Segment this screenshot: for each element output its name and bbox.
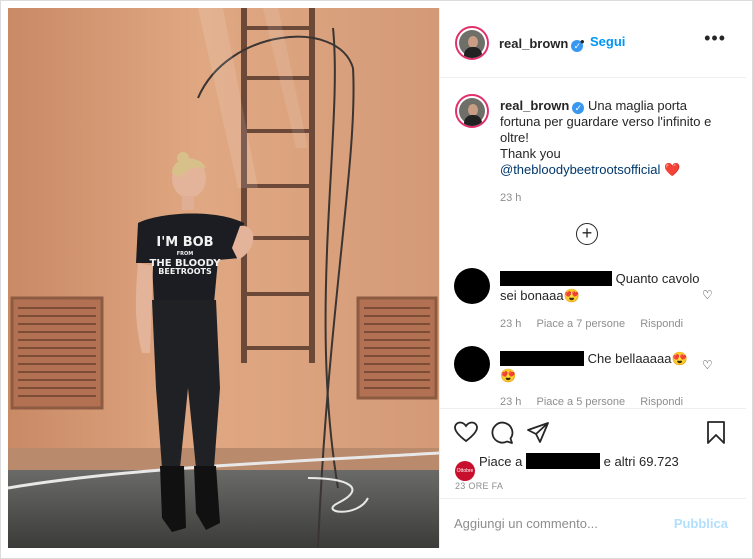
more-icon[interactable]: ••• (704, 28, 726, 49)
comments-list: real_brown ✓ Una maglia porta fortuna per… (440, 78, 746, 408)
likes-summary[interactable]: Ottobre Piace a e altri 69.723 (455, 453, 679, 481)
post-side-panel: real_brown ✓ • Segui ••• real_brown ✓ Una … (439, 8, 746, 548)
redacted-username[interactable] (500, 351, 584, 366)
follow-button[interactable]: Segui (590, 34, 625, 49)
liker-avatar[interactable]: Ottobre (455, 461, 475, 481)
comment-reply-button[interactable]: Rispondi (640, 318, 683, 330)
caption-avatar[interactable] (455, 94, 489, 128)
load-more-comments-button[interactable]: + (576, 223, 598, 245)
likes-count[interactable]: e altri 69.723 (604, 454, 679, 469)
comment-reply-button[interactable]: Rispondi (640, 396, 683, 408)
redacted-username[interactable] (500, 271, 612, 286)
comment-emoji: 😍 (671, 351, 688, 366)
comment-like-icon[interactable]: ♡ (702, 358, 713, 372)
share-icon[interactable] (526, 421, 550, 445)
author-name-row: real_brown ✓ (499, 35, 584, 53)
comment-text: Che bellaaaaa😍 😍 (500, 350, 700, 384)
comment-input[interactable] (454, 511, 664, 535)
comment-text: Quanto cavolo sei bonaaa😍 (500, 270, 700, 304)
heart-emoji: ❤️ (664, 162, 681, 177)
author-avatar[interactable] (455, 26, 489, 60)
add-comment-bar: Pubblica (440, 498, 746, 548)
bookmark-icon[interactable] (706, 421, 726, 445)
verified-icon: ✓ (572, 102, 585, 114)
comment-avatar[interactable] (454, 346, 490, 382)
right-vent (356, 296, 438, 400)
comment-icon[interactable] (490, 421, 514, 445)
redacted-liker[interactable] (526, 453, 600, 469)
post-header: real_brown ✓ • Segui ••• (440, 8, 746, 78)
caption-time: 23 h (500, 192, 522, 204)
post-photo[interactable]: I'M BOB FROM THE BLOODY BEETROOTS (8, 8, 439, 548)
left-vent (10, 296, 104, 410)
caption-mention-link[interactable]: @thebloodybeetrootsofficial (500, 162, 660, 177)
comment-emoji: 😍 (500, 368, 517, 383)
shirt-line-2: FROM (177, 251, 194, 257)
header-separator: • (580, 34, 585, 49)
author-username[interactable]: real_brown (499, 36, 568, 51)
comment-emoji: 😍 (563, 288, 580, 303)
post-timestamp[interactable]: 23 ORE FA (455, 481, 503, 491)
comment-likes[interactable]: Piace a 7 persone (536, 318, 625, 330)
heart-icon[interactable] (454, 421, 478, 443)
comment-body: Che bellaaaaa (587, 351, 672, 366)
comment-time: 23 h (500, 318, 522, 330)
post-caption: real_brown ✓ Una maglia porta fortuna per… (500, 98, 725, 206)
post-modal: I'M BOB FROM THE BLOODY BEETROOTS real_b… (0, 0, 753, 559)
likes-prefix: Piace a (479, 454, 523, 469)
comment-time: 23 h (500, 396, 522, 408)
comment-like-icon[interactable]: ♡ (702, 288, 713, 302)
comment-likes[interactable]: Piace a 5 persone (536, 396, 625, 408)
caption-thanks: Thank you (500, 146, 561, 161)
shirt-line-1: I'M BOB (156, 235, 213, 250)
caption-username[interactable]: real_brown (500, 98, 569, 113)
comment-avatar[interactable] (454, 268, 490, 304)
comment-meta: 23 h Piace a 5 persone Rispondi (500, 396, 695, 408)
post-photo-image: I'M BOB FROM THE BLOODY BEETROOTS (8, 8, 439, 548)
publish-button[interactable]: Pubblica (674, 516, 728, 531)
comment-meta: 23 h Piace a 7 persone Rispondi (500, 318, 695, 330)
shirt-line-4: BEETROOTS (158, 267, 212, 276)
